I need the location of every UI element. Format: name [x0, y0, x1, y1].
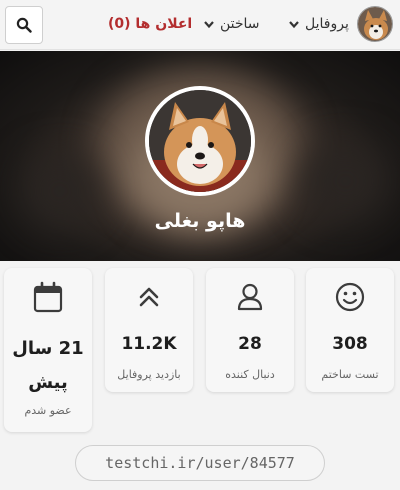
stat-label: عضو شدم [24, 404, 72, 417]
search-icon [16, 17, 32, 33]
stat-value: 11.2K [121, 334, 177, 354]
notifications-label: اعلان ها (0) [108, 16, 193, 32]
stat-value: 28 [238, 334, 262, 354]
stat-value: 308 [332, 334, 368, 354]
stat-card-tests: 308 تست ساختم [306, 268, 394, 392]
notifications-link[interactable]: اعلان ها (0) [108, 13, 192, 35]
stat-label: بازدید پروفایل [117, 368, 181, 381]
double-chevron-up-icon [139, 287, 159, 307]
calendar-icon [33, 281, 63, 313]
user-avatar[interactable] [357, 6, 393, 42]
profile-menu-label: پروفایل [305, 16, 349, 32]
stat-card-joined: 21 سال پیش عضو شدم [4, 268, 92, 432]
stat-value: 21 سال پیش [12, 338, 84, 393]
search-button[interactable] [5, 6, 43, 44]
stat-card-followers[interactable]: 28 دنبال کننده [206, 268, 294, 392]
smiley-icon [335, 282, 365, 312]
user-icon [237, 283, 263, 311]
profile-url-pill[interactable]: testchi.ir/user/84577 [75, 445, 325, 481]
build-menu[interactable]: ساختن [203, 13, 260, 35]
dog-avatar-image [358, 7, 392, 41]
profile-avatar [145, 86, 255, 196]
chevron-down-icon [204, 21, 214, 29]
profile-username: هاپو بغلی [154, 210, 246, 232]
build-menu-label: ساختن [220, 16, 260, 32]
stat-label: دنبال کننده [225, 368, 275, 381]
stat-label: تست ساختم [321, 368, 379, 381]
chevron-down-icon [289, 21, 299, 29]
profile-menu[interactable]: پروفایل [288, 13, 349, 35]
stat-card-views: 11.2K بازدید پروفایل [105, 268, 193, 392]
top-navbar: اعلان ها (0) ساختن پروفایل [0, 0, 400, 50]
dog-profile-image [149, 90, 251, 192]
profile-url-text: testchi.ir/user/84577 [105, 454, 295, 472]
